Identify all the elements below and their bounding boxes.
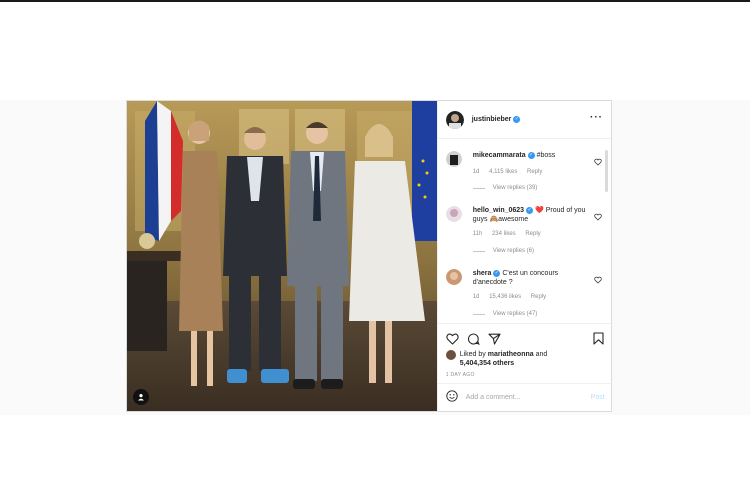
author-avatar-image — [445, 110, 464, 129]
comment-likes[interactable]: 234 likes — [492, 231, 516, 237]
comment-time: 1d — [472, 169, 480, 175]
comment-username[interactable]: shera — [473, 270, 492, 277]
view-replies-button[interactable]: View replies (6) — [472, 248, 534, 254]
replies-divider — [472, 313, 485, 315]
save-bookmark-icon[interactable] — [593, 332, 604, 350]
comment-username[interactable]: hello_win_0623 — [473, 207, 524, 214]
top-border — [0, 0, 750, 2]
comment-username[interactable]: mikecammarata — [473, 152, 526, 159]
comment-avatar[interactable] — [445, 206, 462, 222]
comment-meta: 11h 234 likes Reply — [473, 231, 549, 237]
liker-avatar[interactable] — [445, 350, 456, 360]
commenter-avatar-image — [445, 151, 462, 167]
post-comment-button[interactable]: Post — [591, 394, 605, 401]
post-sidebar: justinbieber ✓ ··· mikecammarata✓ #boss — [436, 101, 613, 411]
comment-text: mikecammarata ✓ #boss — [473, 151, 590, 160]
like-comment-heart-icon[interactable] — [594, 153, 602, 171]
comment-avatar[interactable] — [445, 151, 462, 167]
emoji-smiley-icon[interactable] — [446, 389, 458, 407]
like-heart-icon[interactable] — [446, 332, 459, 350]
user-tag-icon — [138, 394, 144, 401]
likes-prefix: Liked by — [459, 351, 488, 358]
comment-avatar[interactable] — [445, 269, 462, 285]
replies-divider — [472, 187, 485, 189]
comment-meta: 1d 4,115 likes Reply — [473, 169, 551, 175]
likes-count[interactable]: 5,404,354 others — [460, 360, 514, 367]
comment-text: shera ✓ C'est un concours d'anecdote ? — [473, 269, 590, 287]
comments-list[interactable]: mikecammarata ✓ #boss 1d 4,115 likes Repl… — [438, 140, 613, 323]
commenter-avatar-image — [445, 269, 462, 285]
comment-item: mikecammarata ✓ #boss 1d 4,115 likes Repl… — [445, 151, 606, 209]
comment-likes[interactable]: 4,115 likes — [489, 169, 517, 175]
comment-likes[interactable]: 15,436 likes — [489, 294, 521, 300]
likes-middle: and — [533, 351, 548, 358]
author-avatar[interactable] — [445, 110, 464, 129]
reply-button[interactable]: Reply — [525, 231, 540, 237]
verified-badge-icon: ✓ — [493, 269, 501, 277]
author-username[interactable]: justinbieber — [472, 116, 512, 123]
comment-item: hello_win_0623 ✓ ❤️ Proud of you guys 🙈aw… — [445, 206, 606, 266]
view-replies-label: View replies (47) — [492, 311, 538, 317]
more-options-icon[interactable]: ··· — [590, 113, 603, 123]
share-send-icon[interactable] — [488, 332, 501, 350]
view-replies-label: View replies (39) — [492, 185, 538, 191]
post-photo-image — [127, 101, 437, 411]
comments-scrollbar[interactable] — [605, 150, 608, 192]
add-comment-input[interactable]: Add a comment... — [466, 394, 591, 401]
post-photo[interactable] — [127, 101, 437, 411]
comment-item: shera ✓ C'est un concours d'anecdote ? 1d… — [445, 269, 606, 323]
add-comment-bar: Add a comment... Post — [437, 383, 613, 411]
comment-message: #boss — [536, 152, 556, 159]
like-comment-heart-icon[interactable] — [594, 208, 602, 226]
reply-button[interactable]: Reply — [531, 294, 546, 300]
comment-time: 11h — [472, 231, 483, 237]
like-comment-heart-icon[interactable] — [594, 271, 602, 289]
reply-button[interactable]: Reply — [527, 169, 542, 175]
likes-text[interactable]: Liked by mariatheonna and 5,404,354 othe… — [460, 350, 580, 368]
comment-time: 1d — [472, 294, 480, 300]
instagram-post: justinbieber ✓ ··· mikecammarata✓ #boss — [126, 100, 613, 412]
verified-badge-icon: ✓ — [513, 116, 521, 123]
verified-badge-icon: ✓ — [526, 206, 534, 214]
post-time-ago[interactable]: 1 DAY AGO — [446, 372, 475, 378]
comment-text: hello_win_0623 ✓ ❤️ Proud of you guys 🙈aw… — [473, 206, 590, 224]
view-replies-label: View replies (6) — [492, 248, 534, 254]
liker-username[interactable]: mariatheonna — [488, 351, 534, 358]
post-actions-bar — [437, 323, 613, 351]
comment-bubble-icon[interactable] — [467, 332, 480, 350]
view-replies-button[interactable]: View replies (47) — [472, 311, 538, 317]
tagged-users-button[interactable] — [133, 389, 149, 405]
comment-meta: 1d 15,436 likes Reply — [473, 294, 554, 300]
post-header: justinbieber ✓ ··· — [437, 101, 611, 139]
verified-badge-icon: ✓ — [527, 151, 535, 159]
replies-divider — [472, 250, 485, 252]
commenter-avatar-image — [445, 206, 462, 222]
view-replies-button[interactable]: View replies (39) — [472, 185, 538, 191]
